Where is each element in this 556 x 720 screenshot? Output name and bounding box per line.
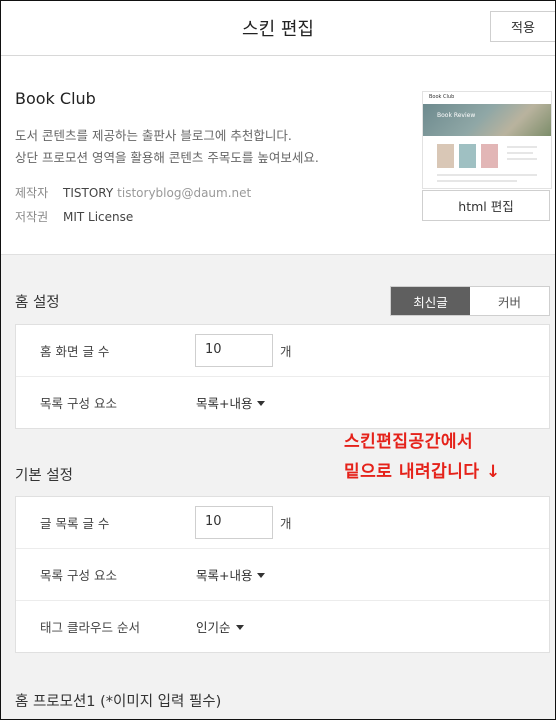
- home-post-count-input[interactable]: 10: [195, 334, 273, 367]
- skin-description-line1: 도서 콘텐츠를 제공하는 출판사 블로그에 추천합니다.: [15, 128, 292, 143]
- home-display-toggle: 최신글 커버: [390, 286, 550, 316]
- thumbnail-card: [437, 144, 454, 168]
- tag-cloud-order-label: 태그 클라우드 순서: [40, 620, 140, 635]
- thumbnail-card: [481, 144, 498, 168]
- skin-name: Book Club: [15, 89, 96, 108]
- apply-button[interactable]: 적용: [490, 11, 555, 42]
- author-email: tistoryblog@daum.net: [117, 186, 252, 200]
- list-post-count-input[interactable]: 10: [195, 506, 273, 539]
- chevron-down-icon: [257, 401, 266, 406]
- basic-settings-panel: 글 목록 글 수 10 개 목록 구성 요소 목록+내용 태그 클라우드 순서 …: [15, 496, 550, 653]
- list-element-select[interactable]: 목록+내용: [196, 565, 266, 584]
- home-post-count-row: 홈 화면 글 수 10 개: [16, 325, 549, 377]
- license-label: 저작권: [15, 210, 49, 224]
- thumbnail-title: Book Club: [429, 94, 455, 100]
- list-post-count-row: 글 목록 글 수 10 개: [16, 497, 549, 549]
- thumbnail-line: [437, 174, 537, 176]
- list-element-value: 목록+내용: [196, 568, 253, 583]
- annotation-line1: 스킨편집공간에서: [344, 432, 474, 452]
- thumbnail-hero: Book Review: [423, 104, 551, 136]
- chevron-down-icon: [235, 625, 244, 630]
- thumbnail-line: [437, 180, 517, 182]
- skin-license-row: 저작권 MIT License: [15, 208, 133, 225]
- toggle-latest[interactable]: 최신글: [391, 287, 470, 315]
- skin-thumbnail: Book Club Book Review: [422, 91, 552, 189]
- license-value: MIT License: [63, 210, 134, 224]
- promotion-title: 홈 프로모션1 (*이미지 입력 필수): [15, 694, 222, 710]
- html-edit-button[interactable]: html 편집: [422, 190, 550, 221]
- skin-description-line2: 상단 프로모션 영역을 활용해 콘텐츠 주목도를 높여보세요.: [15, 150, 319, 165]
- annotation-line2: 밑으로 내려갑니다 ↓: [344, 462, 501, 482]
- chevron-down-icon: [257, 573, 266, 578]
- author-label: 제작자: [15, 186, 49, 200]
- list-element-row: 목록 구성 요소 목록+내용: [16, 549, 549, 601]
- home-post-count-unit: 개: [280, 344, 292, 359]
- list-element-label: 목록 구성 요소: [40, 568, 117, 583]
- thumbnail-line: [507, 152, 533, 154]
- home-list-element-label: 목록 구성 요소: [40, 396, 117, 411]
- tag-cloud-order-value: 인기순: [196, 620, 231, 635]
- thumbnail-hero-text: Book Review: [437, 112, 476, 119]
- home-list-element-value: 목록+내용: [196, 396, 253, 411]
- thumbnail-card: [459, 144, 476, 168]
- skin-info-section: Book Club 도서 콘텐츠를 제공하는 출판사 블로그에 추천합니다. 상…: [1, 56, 555, 255]
- editor-header: 스킨 편집 적용: [1, 1, 555, 56]
- tag-cloud-order-row: 태그 클라우드 순서 인기순: [16, 601, 549, 652]
- tag-cloud-order-select[interactable]: 인기순: [196, 617, 244, 636]
- scroll-annotation: 스킨편집공간에서 밑으로 내려갑니다 ↓: [344, 427, 501, 487]
- home-post-count-label: 홈 화면 글 수: [40, 344, 110, 359]
- thumbnail-line: [507, 146, 537, 148]
- author-name: TISTORY: [63, 186, 114, 200]
- home-settings-title: 홈 설정: [15, 295, 60, 311]
- list-post-count-unit: 개: [280, 516, 292, 531]
- home-list-element-select[interactable]: 목록+내용: [196, 393, 266, 412]
- skin-description: 도서 콘텐츠를 제공하는 출판사 블로그에 추천합니다. 상단 프로모션 영역을…: [15, 125, 319, 169]
- basic-settings-title: 기본 설정: [15, 468, 73, 484]
- toggle-cover[interactable]: 커버: [470, 287, 549, 315]
- skin-editor-panel: 스킨 편집 적용 Book Club 도서 콘텐츠를 제공하는 출판사 블로그에…: [0, 0, 556, 720]
- list-post-count-label: 글 목록 글 수: [40, 516, 110, 531]
- home-list-element-row: 목록 구성 요소 목록+내용: [16, 377, 549, 428]
- home-settings-panel: 홈 화면 글 수 10 개 목록 구성 요소 목록+내용: [15, 324, 550, 429]
- page-title: 스킨 편집: [242, 19, 314, 40]
- skin-author-row: 제작자 TISTORY tistoryblog@daum.net: [15, 184, 251, 201]
- thumbnail-line: [507, 158, 537, 160]
